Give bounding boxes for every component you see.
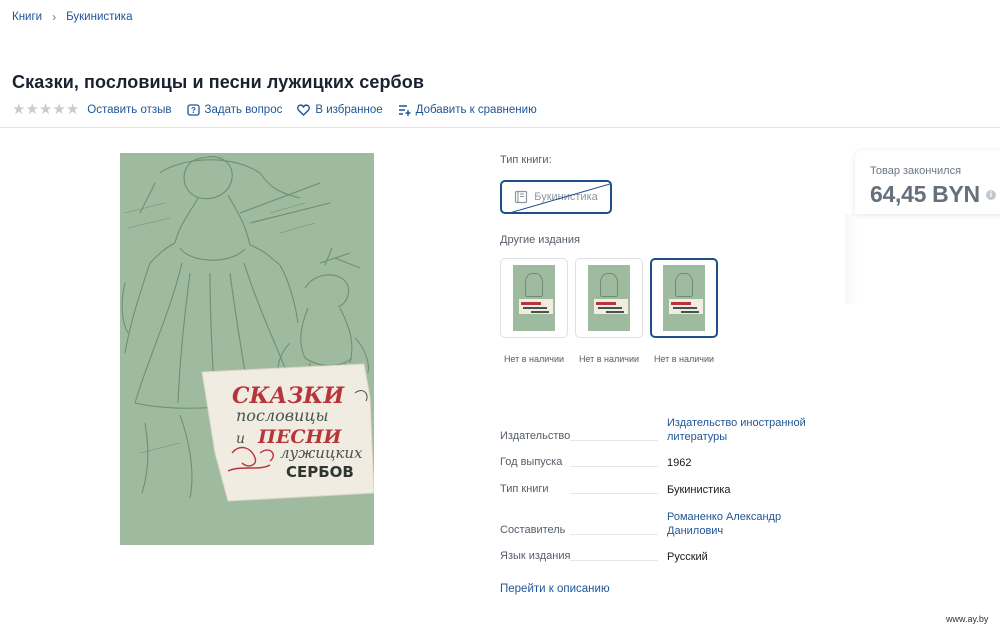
cover-title-2: пословицы	[236, 406, 329, 425]
spec-divider	[570, 534, 658, 535]
spec-key: Тип книги	[500, 483, 549, 495]
star-icon[interactable]: ★	[25, 102, 38, 117]
edition-card-selected[interactable]	[650, 258, 718, 338]
edition-thumbnail	[588, 265, 630, 331]
spec-divider	[570, 440, 658, 441]
star-icon[interactable]: ★	[39, 102, 52, 117]
spec-value: Русский	[667, 551, 708, 563]
header-divider	[0, 127, 1000, 128]
breadcrumb-antiquarian[interactable]: Букинистика	[66, 11, 132, 23]
ask-question-label: Задать вопрос	[204, 104, 283, 116]
cover-illustration: СКАЗКИ пословицы и ПЕСНИ лужицких СЕРБОВ	[120, 153, 374, 545]
spec-key: Составитель	[500, 524, 566, 536]
add-to-compare-label: Добавить к сравнению	[415, 104, 537, 116]
edition-card[interactable]	[500, 258, 568, 338]
spec-divider	[570, 493, 658, 494]
star-icon[interactable]: ★	[12, 102, 25, 117]
spec-key: Год выпуска	[500, 456, 563, 468]
edition-availability: Нет в наличии	[578, 354, 640, 364]
other-editions-label: Другие издания	[500, 234, 580, 246]
breadcrumb-books[interactable]: Книги	[12, 11, 42, 23]
svg-text:?: ?	[191, 106, 196, 115]
breadcrumb: Книги › Букинистика	[12, 10, 133, 24]
book-type-option[interactable]: Букинистика	[500, 180, 612, 214]
spec-divider	[570, 560, 658, 561]
out-of-stock-status: Товар закончился	[870, 165, 962, 177]
heart-icon	[297, 104, 311, 116]
spec-value: Букинистика	[667, 484, 731, 496]
spec-value: 1962	[667, 457, 692, 469]
question-icon: ?	[186, 103, 200, 116]
info-icon[interactable]: i	[986, 190, 996, 200]
cover-title-6: СЕРБОВ	[286, 463, 354, 481]
product-price: 64,45 BYN	[870, 181, 980, 207]
page-title: Сказки, пословицы и песни лужицких сербо…	[12, 72, 425, 92]
edition-thumbnail	[663, 265, 705, 331]
spec-key: Издательство	[500, 430, 571, 442]
spec-key: Язык издания	[500, 550, 571, 562]
star-icon[interactable]: ★	[66, 102, 79, 117]
editions-list	[500, 258, 718, 338]
cover-title-3: и	[236, 431, 245, 447]
book-type-label: Тип книги:	[500, 154, 552, 166]
price-panel-background	[845, 214, 1000, 304]
rating-stars[interactable]: ★ ★ ★ ★ ★	[12, 102, 79, 117]
leave-review-label: Оставить отзыв	[87, 104, 172, 116]
go-to-description-link[interactable]: Перейти к описанию	[500, 583, 610, 595]
add-to-favorites-link[interactable]: В избранное	[297, 104, 383, 116]
edition-availability: Нет в наличии	[503, 354, 565, 364]
leave-review-link[interactable]: Оставить отзыв	[87, 104, 171, 116]
edition-availability: Нет в наличии	[653, 354, 715, 364]
price-card: Товар закончился 64,45 BYN i	[855, 150, 1000, 214]
add-to-compare-link[interactable]: Добавить к сравнению	[398, 104, 537, 116]
spec-divider	[570, 466, 658, 467]
spec-value-link[interactable]: Издательство иностранной литературы	[667, 416, 806, 444]
compare-icon	[398, 105, 411, 116]
star-icon[interactable]: ★	[52, 102, 65, 117]
product-actions: ★ ★ ★ ★ ★ Оставить отзыв ? Задать вопрос…	[12, 102, 552, 117]
add-to-favorites-label: В избранное	[315, 104, 383, 116]
chevron-right-icon: ›	[52, 10, 57, 24]
watermark: www.ay.by	[946, 614, 989, 624]
product-image[interactable]: СКАЗКИ пословицы и ПЕСНИ лужицких СЕРБОВ	[120, 153, 374, 545]
unavailable-strike	[511, 183, 610, 212]
edition-thumbnail	[513, 265, 555, 331]
edition-card[interactable]	[575, 258, 643, 338]
cover-title-5: лужицких	[280, 444, 363, 462]
ask-question-link[interactable]: ? Задать вопрос	[186, 103, 283, 117]
spec-value-link[interactable]: Романенко Александр Данилович	[667, 510, 781, 538]
